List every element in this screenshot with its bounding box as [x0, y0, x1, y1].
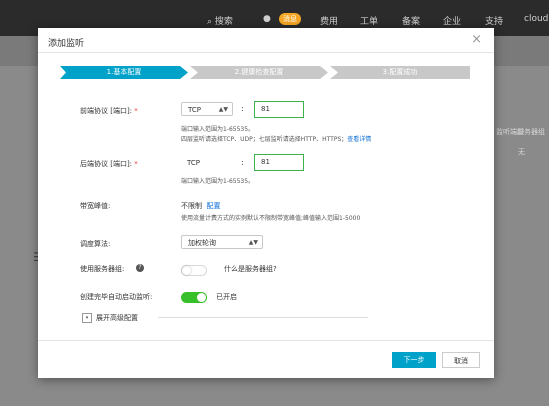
bell-icon[interactable]: ● [263, 14, 271, 24]
nav-record[interactable]: 备案 [402, 14, 420, 27]
nav-account[interactable]: cloud [524, 14, 548, 24]
frontend-label-text: 前端协议 [端口]: [80, 107, 133, 115]
auto-start-toggle[interactable] [181, 292, 207, 303]
algorithm-value: 加权轮询 [188, 239, 216, 247]
view-details-link[interactable]: 查看详情 [347, 136, 371, 143]
bg-col-header-2: 服务器组 [517, 128, 545, 136]
auto-start-status: 已开启 [216, 293, 237, 301]
protocol-hint-text: 四层监听请选择TCP、UDP；七层监听请选择HTTP、HTTPS； [181, 136, 348, 143]
auto-start-label: 创建完毕自动启动监听: [80, 293, 153, 301]
bandwidth-config-link[interactable]: 配置 [206, 202, 220, 210]
expand-icon[interactable]: ▾ [82, 313, 92, 323]
bandwidth-label: 带宽峰值: [80, 202, 111, 210]
frontend-protocol-label: 前端协议 [端口]: * [80, 106, 138, 116]
help-icon[interactable]: ? [136, 264, 144, 272]
server-group-label: 使用服务器组: [80, 265, 125, 273]
bg-cell: 无 [518, 148, 525, 156]
frontend-port-hint: 端口输入范围为1-65535。 [181, 126, 255, 133]
bandwidth-hint: 使用流量计费方式的实例默认不限制带宽峰值;峰值输入范围1-5000 [181, 215, 361, 222]
algorithm-label: 调度算法: [80, 240, 111, 248]
footer-divider [38, 340, 494, 341]
bandwidth-value-text: 不限制 [181, 202, 202, 210]
required-mark: * [134, 107, 138, 115]
updown-icon: ▲▼ [218, 106, 228, 113]
nav-cost[interactable]: 费用 [320, 14, 338, 27]
expand-advanced-link[interactable]: 展开高级配置 [96, 313, 138, 323]
search-label: 搜索 [214, 17, 233, 27]
port-separator: : [241, 104, 244, 113]
required-mark: * [134, 160, 138, 168]
backend-label-text: 后端协议 [端口]: [80, 160, 133, 168]
cancel-button[interactable]: 取消 [442, 352, 480, 368]
bandwidth-value: 不限制 配置 [181, 201, 220, 211]
add-listener-dialog: 添加监听 × 1.基本配置 2.健康检查配置 3.配置成功 前端协议 [端口]:… [38, 28, 494, 378]
nav-tickets[interactable]: 工单 [360, 14, 378, 27]
dialog-title: 添加监听 [48, 39, 85, 49]
frontend-protocol-value: TCP [188, 106, 201, 114]
close-icon[interactable]: × [471, 32, 482, 47]
algorithm-select[interactable]: 加权轮询 ▲▼ [181, 235, 263, 249]
server-group-help-link[interactable]: 什么是服务器组? [224, 264, 277, 274]
step-health-check: 2.健康检查配置 [190, 66, 328, 79]
backend-port-hint: 端口输入范围为1-65535。 [181, 178, 255, 185]
toggle-knob [182, 266, 191, 275]
search-nav[interactable]: ⌕ 搜索 [207, 14, 233, 27]
step-basic-config: 1.基本配置 [60, 66, 188, 79]
server-group-toggle[interactable] [181, 265, 207, 276]
nav-support[interactable]: 支持 [485, 14, 503, 27]
step-success: 3.配置成功 [330, 66, 470, 79]
next-step-button[interactable]: 下一步 [392, 352, 436, 368]
title-divider [38, 52, 494, 53]
frontend-protocol-select[interactable]: TCP ▲▼ [181, 102, 233, 116]
step-progress: 1.基本配置 2.健康检查配置 3.配置成功 [60, 66, 470, 79]
backend-port-input[interactable]: 81 [254, 154, 304, 171]
backend-protocol-value: TCP [187, 159, 200, 167]
updown-icon: ▲▼ [248, 239, 258, 246]
nav-enterprise[interactable]: 企业 [443, 14, 461, 27]
message-badge[interactable]: 消息 [279, 13, 301, 25]
backend-protocol-label: 后端协议 [端口]: * [80, 159, 138, 169]
advanced-divider [158, 317, 368, 318]
toggle-knob [197, 293, 206, 302]
port-separator: : [241, 158, 244, 167]
frontend-port-input[interactable]: 81 [254, 101, 304, 118]
protocol-hint: 四层监听请选择TCP、UDP；七层监听请选择HTTP、HTTPS；查看详情 [181, 134, 371, 143]
